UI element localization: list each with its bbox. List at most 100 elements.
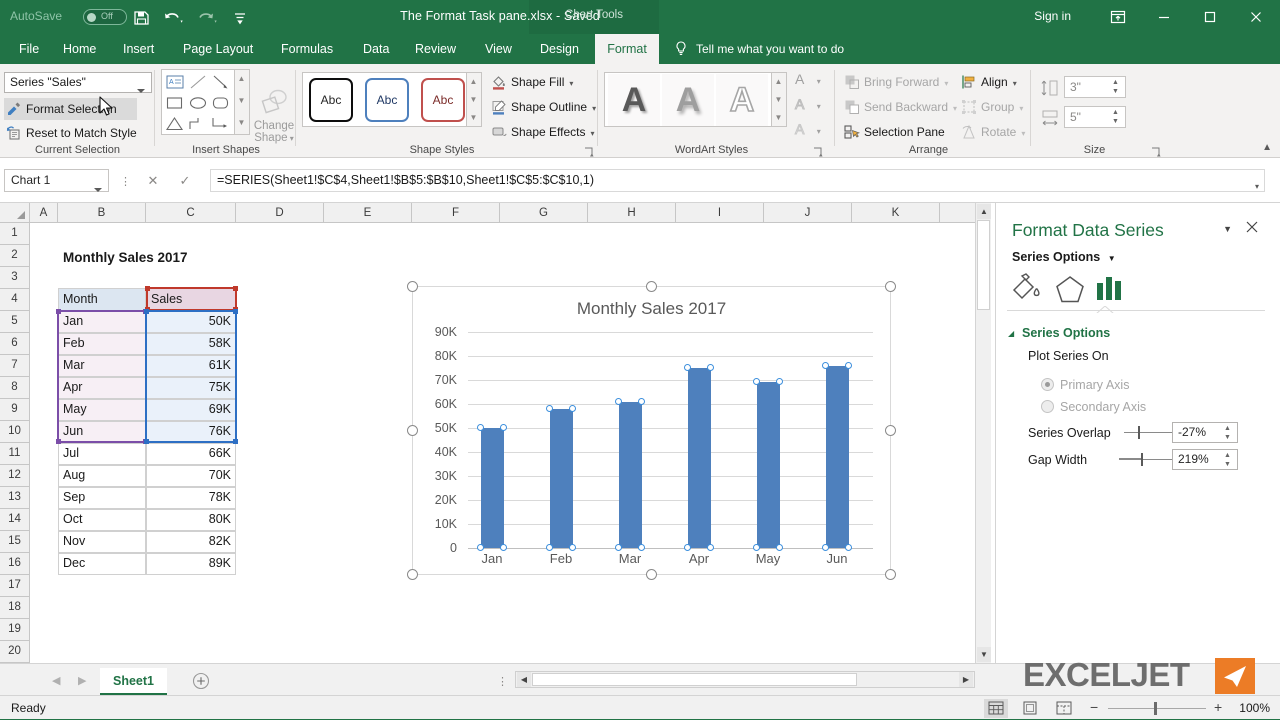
tab-page-layout[interactable]: Page Layout — [172, 34, 264, 64]
shape-outline-button[interactable]: Shape Outline ▾ — [489, 96, 596, 118]
gallery-scroll-up-icon[interactable]: ▲ — [772, 73, 785, 90]
change-shape-button[interactable]: Change Shape ▾ — [252, 88, 296, 145]
previous-sheet-icon[interactable]: ◀ — [52, 674, 60, 687]
wordart-gallery-scroll[interactable]: ▲ ▼ ▼ — [772, 72, 787, 127]
chart-title[interactable]: Monthly Sales 2017 — [413, 299, 890, 319]
series-overlap-slider-track[interactable] — [1124, 432, 1178, 433]
row-header-18[interactable]: 18 — [0, 597, 30, 619]
series-handle[interactable] — [753, 544, 760, 551]
series-options-icon[interactable] — [1090, 272, 1132, 306]
tab-formulas[interactable]: Formulas — [270, 34, 344, 64]
gallery-more-icon[interactable]: ▼ — [772, 109, 785, 126]
chart-object[interactable]: Monthly Sales 2017 90K 80K 70K 60K 50K 4… — [412, 286, 891, 575]
wordart-dialog-launcher[interactable] — [813, 146, 823, 157]
chart-resize-handle-ne[interactable] — [885, 281, 896, 292]
chart-resize-handle-s[interactable] — [646, 569, 657, 580]
tab-home[interactable]: Home — [52, 34, 107, 64]
scroll-left-icon[interactable]: ◀ — [517, 672, 531, 687]
effects-icon[interactable] — [1050, 272, 1092, 306]
tell-me-box[interactable]: Tell me what you want to do — [696, 34, 844, 64]
sign-in-button[interactable]: Sign in — [1034, 9, 1071, 23]
row-header-12[interactable]: 12 — [0, 465, 30, 487]
row-header-4[interactable]: 4 — [0, 289, 30, 311]
primary-axis-radio[interactable] — [1041, 378, 1054, 391]
series-handle[interactable] — [822, 362, 829, 369]
page-layout-view-icon[interactable] — [1018, 699, 1042, 718]
gallery-scroll-down-icon[interactable]: ▼ — [235, 92, 248, 109]
page-break-preview-icon[interactable] — [1052, 699, 1076, 718]
tab-file[interactable]: File — [8, 34, 50, 64]
horizontal-scrollbar[interactable]: ◀ ▶ — [515, 671, 975, 688]
gap-width-input[interactable]: 219% ▲ ▼ — [1172, 449, 1238, 470]
column-header-b[interactable]: B — [58, 203, 146, 223]
gallery-scroll-up-icon[interactable]: ▲ — [235, 70, 248, 87]
series-handle[interactable] — [707, 544, 714, 551]
format-selection-button[interactable]: Format Selection — [4, 98, 137, 120]
horizontal-scroll-thumb[interactable] — [532, 673, 857, 686]
row-header-9[interactable]: 9 — [0, 399, 30, 421]
series-handle[interactable] — [638, 544, 645, 551]
row-header-15[interactable]: 15 — [0, 531, 30, 553]
column-header-f[interactable]: F — [412, 203, 500, 223]
tab-design[interactable]: Design — [529, 34, 590, 64]
row-header-14[interactable]: 14 — [0, 509, 30, 531]
series-handle[interactable] — [845, 544, 852, 551]
shape-oval-icon[interactable] — [187, 93, 209, 113]
column-header-h[interactable]: H — [588, 203, 676, 223]
sheet-tab-sheet1[interactable]: Sheet1 — [100, 668, 167, 695]
shape-elbow-connector-icon[interactable] — [187, 114, 209, 134]
normal-view-icon[interactable] — [984, 699, 1008, 718]
bar-may[interactable] — [757, 382, 780, 548]
shape-style-preview-1[interactable]: Abc — [309, 78, 353, 122]
tab-splitter[interactable]: ⋮ — [497, 675, 508, 688]
column-header-j[interactable]: J — [764, 203, 852, 223]
task-pane-options-icon[interactable]: ▼ — [1223, 224, 1232, 234]
bar-jan[interactable] — [481, 428, 504, 548]
chart-resize-handle-e[interactable] — [885, 425, 896, 436]
series-handle[interactable] — [845, 362, 852, 369]
chart-resize-handle-w[interactable] — [407, 425, 418, 436]
shape-height-input[interactable]: 3" ▲ ▼ — [1064, 76, 1126, 98]
gallery-scroll-down-icon[interactable]: ▼ — [467, 91, 480, 108]
row-header-2[interactable]: 2 — [0, 245, 30, 267]
size-dialog-launcher[interactable] — [1151, 146, 1161, 157]
series-overlap-stepper[interactable]: ▲ ▼ — [1222, 424, 1235, 443]
expand-formula-bar-icon[interactable]: ▾ — [1255, 176, 1259, 191]
shape-width-input[interactable]: 5" ▲ ▼ — [1064, 106, 1126, 128]
column-header-i[interactable]: I — [676, 203, 764, 223]
wordart-preview-3[interactable]: A — [716, 74, 768, 126]
series-handle[interactable] — [546, 405, 553, 412]
series-handle[interactable] — [477, 544, 484, 551]
series-handle[interactable] — [615, 544, 622, 551]
row-header-5[interactable]: 5 — [0, 311, 30, 333]
shape-style-preview-2[interactable]: Abc — [365, 78, 409, 122]
shape-effects-button[interactable]: Shape Effects ▾ — [489, 121, 595, 143]
send-backward-button[interactable]: Send Backward ▾ — [842, 96, 957, 118]
row-header-20[interactable]: 20 — [0, 641, 30, 663]
chart-resize-handle-n[interactable] — [646, 281, 657, 292]
add-sheet-icon[interactable] — [192, 672, 210, 690]
series-handle[interactable] — [546, 544, 553, 551]
chart-resize-handle-sw[interactable] — [407, 569, 418, 580]
row-header-19[interactable]: 19 — [0, 619, 30, 641]
scroll-right-icon[interactable]: ▶ — [959, 672, 973, 687]
series-handle[interactable] — [500, 424, 507, 431]
shape-rectangle-icon[interactable] — [164, 93, 186, 113]
select-all-button[interactable] — [0, 203, 30, 223]
shape-styles-gallery-scroll[interactable]: ▲ ▼ ▼ — [467, 72, 482, 127]
cancel-icon[interactable]: ✕ — [140, 169, 166, 192]
tab-review[interactable]: Review — [404, 34, 467, 64]
row-header-17[interactable]: 17 — [0, 575, 30, 597]
text-fill-button[interactable]: A ▾ — [795, 71, 821, 87]
series-handle[interactable] — [569, 544, 576, 551]
series-handle[interactable] — [707, 364, 714, 371]
rotate-button[interactable]: Rotate ▾ — [959, 121, 1025, 143]
enter-icon[interactable]: ✓ — [172, 169, 198, 192]
fill-and-line-icon[interactable] — [1008, 272, 1050, 306]
bar-feb[interactable] — [550, 409, 573, 548]
series-handle[interactable] — [684, 544, 691, 551]
row-header-6[interactable]: 6 — [0, 333, 30, 355]
tab-insert[interactable]: Insert — [112, 34, 165, 64]
row-header-16[interactable]: 16 — [0, 553, 30, 575]
row-header-1[interactable]: 1 — [0, 223, 30, 245]
